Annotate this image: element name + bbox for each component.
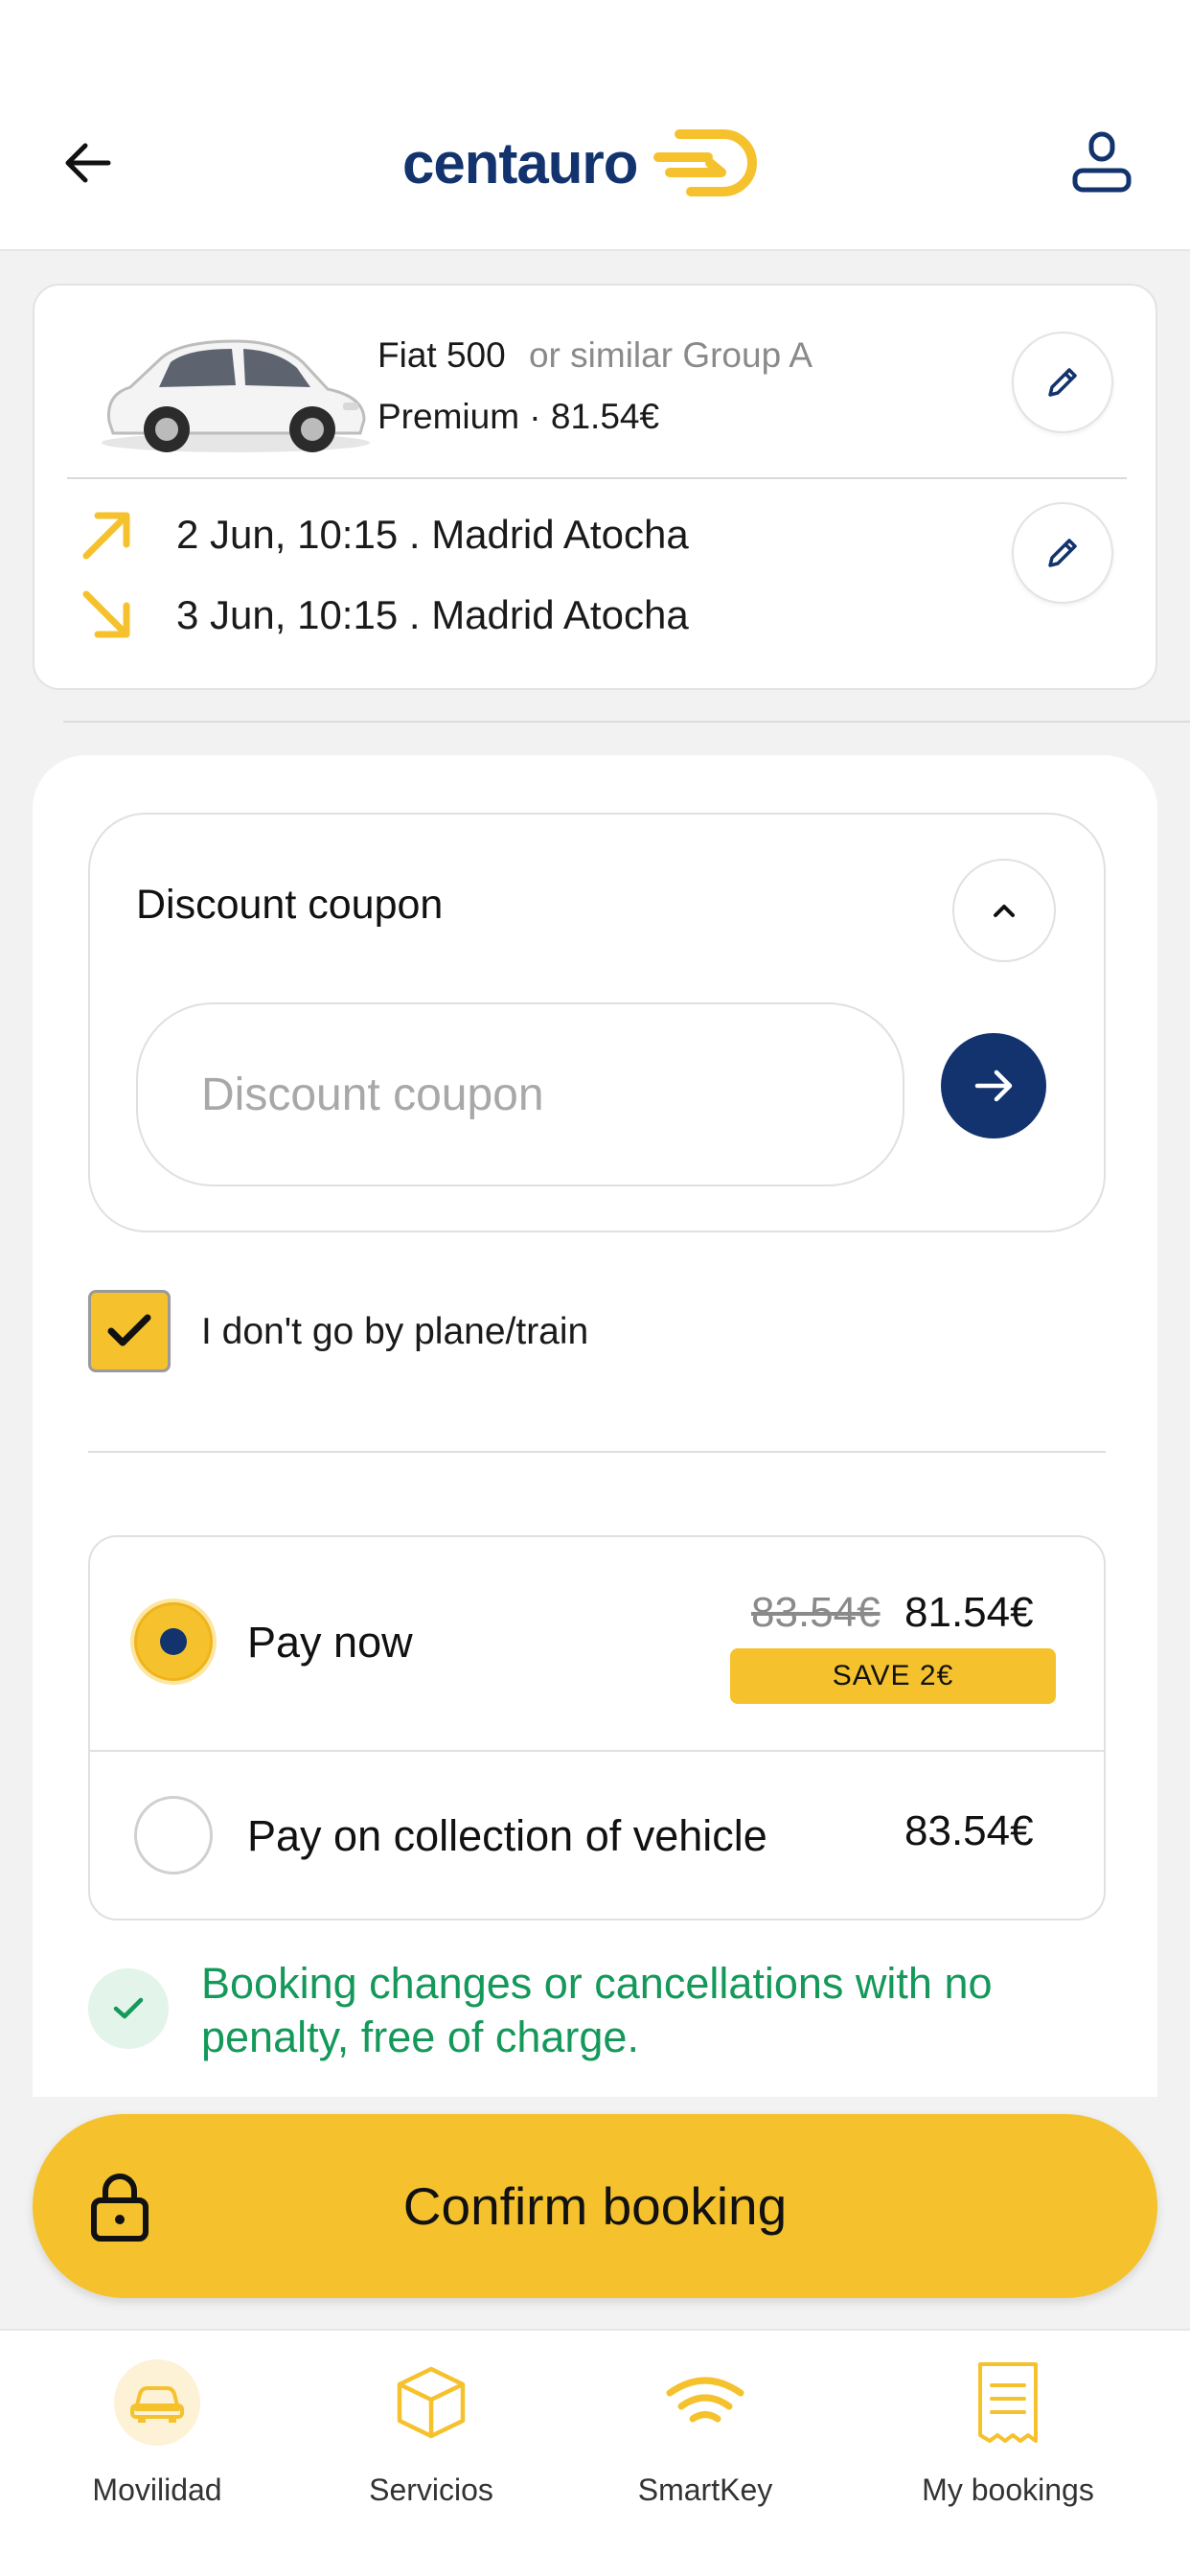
radio-dot	[160, 1628, 187, 1655]
chevron-up-icon	[994, 905, 1015, 917]
arrow-left-icon	[65, 143, 111, 183]
logo-mark-icon	[653, 129, 758, 196]
pay-on-collection-radio[interactable]	[134, 1796, 213, 1874]
no-penalty-notice: Booking changes or cancellations with no…	[201, 1959, 993, 2061]
nav-my-bookings[interactable]: My bookings	[883, 2350, 1133, 2522]
dropoff-row: 3 Jun, 10:15 . Madrid Atocha	[79, 586, 689, 644]
nav-label: Servicios	[369, 2472, 493, 2507]
nav-movilidad[interactable]: Movilidad	[33, 2350, 282, 2522]
profile-button[interactable]	[1064, 125, 1140, 201]
payment-options: Pay now 83.54€ 81.54€ SAVE 2€ Pay on col…	[88, 1535, 1106, 1920]
car-plan-price: Premium · 81.54€	[378, 397, 660, 436]
pay-now-price: 81.54€	[904, 1589, 1034, 1636]
booking-summary-card: Fiat 500 or similar Group A Premium · 81…	[33, 284, 1157, 690]
car-model-name: Fiat 500	[378, 335, 506, 375]
confirm-booking-label: Confirm booking	[402, 2176, 788, 2236]
check-icon	[107, 1314, 151, 1346]
nav-label: My bookings	[922, 2472, 1094, 2507]
coupon-title: Discount coupon	[136, 882, 444, 928]
centauro-logo: centauro	[402, 120, 766, 206]
pay-now-label: Pay now	[247, 1618, 413, 1667]
pickup-details: 2 Jun, 10:15 . Madrid Atocha	[176, 512, 689, 557]
apply-coupon-button[interactable]	[941, 1033, 1046, 1138]
section-separator	[63, 721, 1190, 723]
app-header: centauro	[0, 0, 1190, 251]
dropoff-arrow-icon	[82, 590, 130, 638]
nav-smartkey[interactable]: SmartKey	[581, 2350, 830, 2522]
nav-label: Movilidad	[92, 2472, 222, 2507]
back-button[interactable]	[50, 125, 126, 201]
car-similar-group: or similar Group A	[528, 335, 813, 375]
checkout-panel: Discount coupon I don't go by plane/trai…	[33, 755, 1157, 2097]
pay-now-radio[interactable]	[134, 1602, 213, 1681]
arrow-right-icon	[974, 1070, 1013, 1102]
edit-dates-button[interactable]	[1012, 502, 1113, 604]
logo-text: centauro	[402, 130, 638, 196]
car-image	[102, 339, 370, 452]
box-icon	[388, 2359, 474, 2446]
wifi-icon	[662, 2359, 748, 2446]
lock-icon	[91, 2174, 149, 2242]
edit-vehicle-button[interactable]	[1012, 332, 1113, 433]
pay-on-collection-price: 83.54€	[904, 1807, 1034, 1854]
nav-label: SmartKey	[637, 2472, 773, 2507]
coupon-input[interactable]	[136, 1002, 904, 1186]
confirm-booking-button[interactable]: Confirm booking	[33, 2114, 1157, 2298]
car-model: Fiat 500 or similar Group A	[378, 335, 812, 376]
car-icon	[114, 2359, 200, 2446]
pay-now-option[interactable]: Pay now 83.54€ 81.54€ SAVE 2€	[90, 1537, 1104, 1752]
pay-now-old-price: 83.54€	[751, 1589, 881, 1636]
pencil-icon	[1048, 368, 1077, 397]
check-circle-icon	[88, 1968, 169, 2049]
pay-on-collection-label: Pay on collection of vehicle	[247, 1811, 767, 1860]
discount-coupon-section: Discount coupon	[88, 813, 1106, 1232]
save-badge: SAVE 2€	[730, 1648, 1056, 1704]
bottom-navigation: Movilidad Servicios SmartKey My bookings	[0, 2329, 1190, 2576]
pickup-row: 2 Jun, 10:15 . Madrid Atocha	[79, 506, 689, 564]
collapse-coupon-button[interactable]	[952, 859, 1056, 962]
pencil-icon	[1048, 539, 1077, 567]
pay-on-collection-option[interactable]: Pay on collection of vehicle 83.54€	[90, 1752, 1104, 1920]
no-plane-train-label: I don't go by plane/train	[201, 1311, 589, 1352]
card-divider	[67, 477, 1127, 479]
receipt-icon	[965, 2359, 1051, 2446]
nav-servicios[interactable]: Servicios	[307, 2350, 556, 2522]
no-plane-train-checkbox[interactable]	[88, 1290, 171, 1372]
user-icon	[1072, 131, 1132, 193]
panel-divider	[88, 1451, 1106, 1453]
pickup-arrow-icon	[82, 512, 130, 560]
dropoff-details: 3 Jun, 10:15 . Madrid Atocha	[176, 592, 689, 637]
